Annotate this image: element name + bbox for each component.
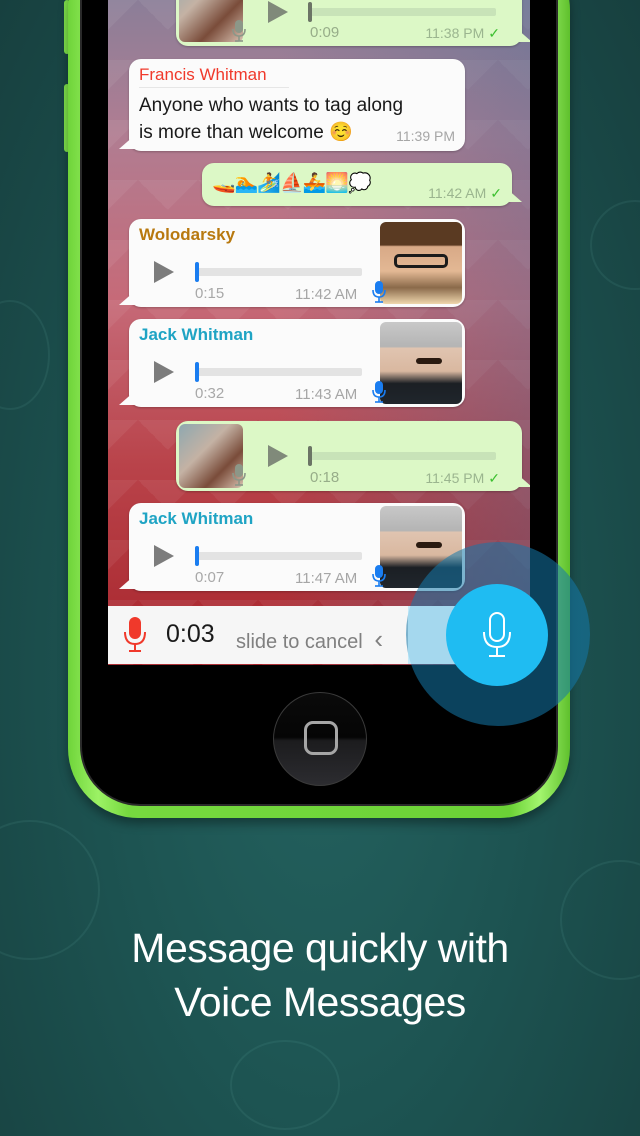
text-message-incoming: Francis Whitman Anyone who wants to tag … (129, 59, 465, 151)
message-time: 11:38 PM ✓ (425, 25, 500, 42)
sender-name: Jack Whitman (139, 325, 254, 344)
sender-name: Jack Whitman (139, 509, 254, 528)
avatar (380, 322, 462, 404)
sender-divider (139, 87, 289, 88)
play-button[interactable] (154, 361, 174, 383)
message-time: 11:47 AM (295, 570, 358, 587)
message-time: 11:42 AM (295, 286, 358, 303)
voice-duration: 0:18 (310, 469, 340, 486)
doodle-decoration (590, 200, 640, 290)
message-time: 11:42 AM ✓ (428, 185, 502, 202)
emoji-content: 🚤🏊🏄⛵🚣🌅💭 (212, 173, 372, 194)
play-button[interactable] (268, 1, 288, 23)
voice-progress-knob[interactable] (195, 262, 199, 282)
read-check-icon: ✓ (488, 25, 500, 41)
voice-progress-track[interactable] (197, 368, 362, 376)
play-button[interactable] (154, 545, 174, 567)
chevron-left-icon: ‹ (374, 624, 383, 654)
voice-duration: 0:32 (195, 385, 225, 402)
message-time-text: 11:38 PM (425, 25, 485, 41)
voice-progress-knob[interactable] (195, 362, 199, 382)
slide-to-cancel-label: slide to cancel (236, 631, 363, 653)
message-text: Anyone who wants to tag along is more th… (139, 92, 403, 146)
mustache (416, 358, 442, 364)
message-time: 11:45 PM ✓ (425, 470, 500, 487)
microphone-icon (483, 612, 511, 657)
mustache (416, 542, 442, 548)
message-line: is more than welcome ☺️ (139, 122, 353, 143)
sender-name: Francis Whitman (139, 65, 267, 84)
play-button[interactable] (154, 261, 174, 283)
glasses (394, 254, 448, 268)
voice-message-incoming: Jack Whitman 0:32 11:43 AM (129, 319, 465, 407)
caption-line-1: Message quickly with (131, 925, 509, 971)
record-voice-button[interactable] (446, 584, 548, 686)
microphone-icon (372, 565, 386, 587)
home-button[interactable] (273, 692, 367, 786)
voice-message-outgoing: 0:18 11:45 PM ✓ (176, 421, 522, 491)
message-time: 11:39 PM (396, 128, 455, 144)
voice-progress-knob[interactable] (308, 2, 312, 22)
message-line: Anyone who wants to tag along (139, 95, 404, 116)
voice-progress-track[interactable] (310, 452, 496, 460)
read-check-icon: ✓ (488, 470, 500, 486)
voice-progress-track[interactable] (310, 8, 496, 16)
caption-line-2: Voice Messages (174, 979, 466, 1025)
microphone-icon (372, 281, 386, 303)
home-square-icon (304, 721, 338, 755)
voice-progress-knob[interactable] (308, 446, 312, 466)
message-time: 11:43 AM (295, 386, 358, 403)
microphone-icon (372, 381, 386, 403)
recording-microphone-icon (124, 617, 146, 652)
microphone-icon (232, 20, 246, 42)
emoji-message-outgoing: 🚤🏊🏄⛵🚣🌅💭 11:42 AM ✓ (202, 163, 512, 206)
message-time-text: 11:45 PM (425, 470, 485, 486)
voice-message-incoming: Jack Whitman 0:07 11:47 AM (129, 503, 465, 591)
avatar (380, 222, 462, 304)
voice-duration: 0:09 (310, 24, 340, 41)
message-time-text: 11:42 AM (428, 185, 487, 201)
doodle-decoration (0, 300, 50, 410)
recording-timer: 0:03 (166, 620, 215, 648)
voice-progress-track[interactable] (197, 268, 362, 276)
sender-name: Wolodarsky (139, 225, 236, 244)
voice-duration: 0:15 (195, 285, 225, 302)
microphone-icon (232, 464, 246, 486)
read-check-icon: ✓ (490, 185, 502, 201)
slide-to-cancel[interactable]: slide to cancel ‹ (236, 624, 383, 655)
voice-progress-track[interactable] (197, 552, 362, 560)
voice-message-incoming: Wolodarsky 0:15 11:42 AM (129, 219, 465, 307)
voice-progress-knob[interactable] (195, 546, 199, 566)
play-button[interactable] (268, 445, 288, 467)
voice-duration: 0:07 (195, 569, 225, 586)
doodle-decoration (230, 1040, 340, 1130)
voice-message-outgoing: 0:09 11:38 PM ✓ (176, 0, 522, 46)
